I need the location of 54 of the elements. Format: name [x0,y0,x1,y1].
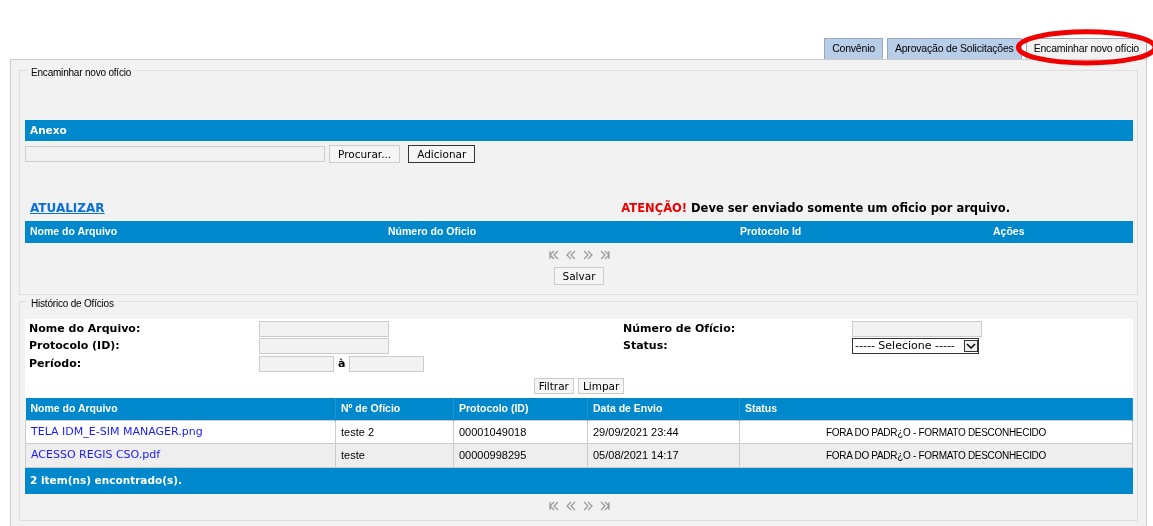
table-cell: teste 2 [335,420,454,444]
table-cell: 05/08/2021 14:17 [587,443,740,468]
column-header: Nome do Arquivo [29,224,119,240]
previous-page-icon[interactable] [564,249,577,261]
column-header: Protocolo Id [739,224,803,240]
results-count: 2 item(ns) encontrado(s). [25,467,1133,494]
first-page-icon[interactable] [547,249,560,261]
table-cell: 29/09/2021 23:44 [587,420,740,444]
warning-text: ATENÇÃO! Deve ser enviado somente um oficio por arquivo. [621,199,1010,217]
input-field[interactable] [349,355,425,372]
field-label: Nome do Arquivo: [28,320,142,337]
section-legend: Encaminhar novo ofício [27,67,136,78]
last-page-icon[interactable] [598,249,611,261]
clear-button[interactable]: Limpar [577,378,625,394]
column-header: Protocolo (ID) [453,398,588,421]
field-label: Status: [622,338,669,354]
save-button[interactable]: Salvar [553,267,605,285]
status-dropdown[interactable]: ----- Selecione ----- [852,338,979,355]
column-header: Número do Oficio [387,224,478,240]
column-header: Nº de Ofício [335,398,454,421]
table-cell: teste [335,443,454,468]
section-header: Anexo [25,119,1133,142]
file-path-field[interactable] [25,146,325,163]
first-page-icon[interactable] [547,499,560,512]
table-cell: 00001049018 [453,420,588,444]
tab[interactable]: Convênio [824,38,883,59]
input-field[interactable] [259,355,334,372]
field-label: Protocolo (ID): [28,338,121,354]
table-cell: FORA DO PADR¿O - FORMATO DESCONHECIDO [739,443,1133,468]
column-header: Ações [992,224,1026,240]
table-cell: FORA DO PADR¿O - FORMATO DESCONHECIDO [739,420,1133,444]
refresh-link[interactable]: ATUALIZAR [30,199,105,218]
browse-button[interactable]: Procurar... [329,145,401,164]
file-link[interactable]: ACESSO REGIS CSO.pdf [25,443,336,468]
field-label: Número de Ofício: [622,320,737,337]
column-header: Status [739,398,1133,421]
field-label: Período: [28,355,83,372]
caret-icon[interactable] [964,340,978,353]
range-separator: à [338,355,346,372]
add-button[interactable]: Adicionar [408,145,476,164]
next-page-icon[interactable] [581,249,594,261]
input-field[interactable] [259,320,389,337]
tab[interactable]: Aprovação de Solicitações [886,38,1022,59]
previous-page-icon[interactable] [564,499,577,512]
input-field[interactable] [259,338,389,355]
section-legend: Histórico de Ofícios [27,298,118,309]
column-header: Data de Envio [587,398,740,421]
last-page-icon[interactable] [598,499,611,512]
filter-button[interactable]: Filtrar [533,378,574,394]
input-field[interactable] [852,320,982,337]
table-cell: 00000998295 [453,443,588,468]
file-link[interactable]: TELA IDM_E-SIM MANAGER.png [25,420,336,444]
column-header: Nome do Arquivo [25,398,336,421]
next-page-icon[interactable] [581,499,594,512]
